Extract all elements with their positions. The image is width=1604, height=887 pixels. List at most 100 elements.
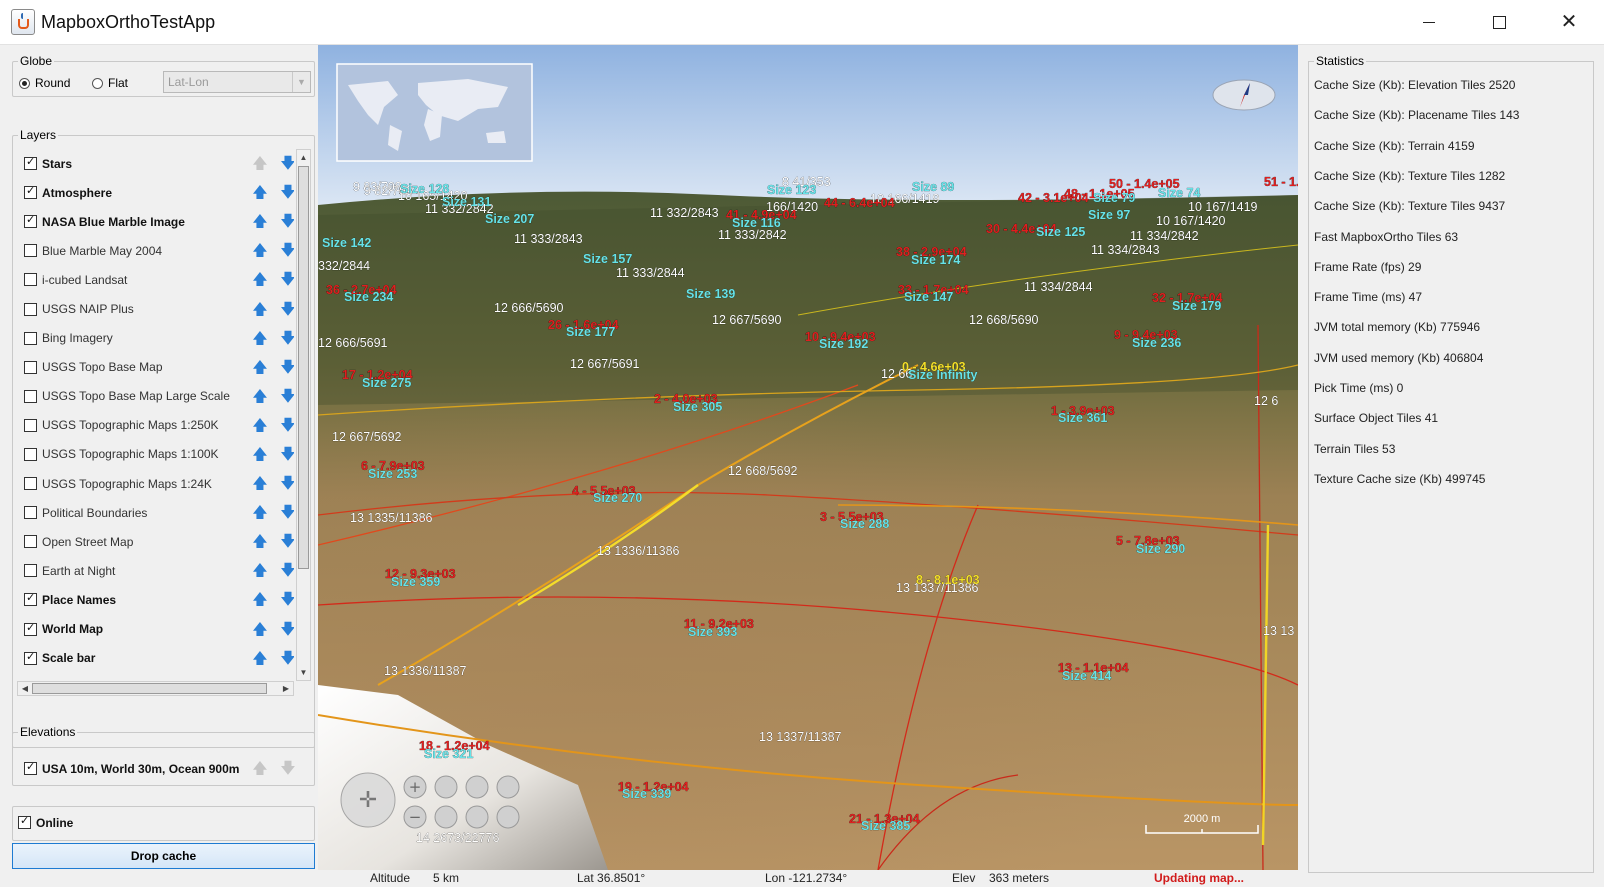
- layer-row[interactable]: USGS Topo Base Map Large Scale 🡅 🡇: [17, 382, 294, 411]
- move-down-icon[interactable]: 🡇: [280, 445, 294, 463]
- layer-row[interactable]: USGS Topographic Maps 1:24K 🡅 🡇: [17, 469, 294, 498]
- move-up-icon[interactable]: 🡅: [252, 475, 268, 493]
- layer-checkbox[interactable]: [24, 273, 37, 287]
- projection-select[interactable]: Lat-Lon ▼: [163, 71, 311, 93]
- move-up-icon[interactable]: 🡅: [252, 387, 268, 405]
- layer-row[interactable]: Atmosphere 🡅 🡇: [17, 178, 294, 207]
- move-down-icon[interactable]: 🡇: [280, 358, 294, 376]
- minimize-button[interactable]: [1394, 0, 1464, 44]
- layer-row[interactable]: Scale bar 🡅 🡇: [17, 644, 294, 673]
- layer-checkbox[interactable]: [24, 360, 37, 374]
- move-down-icon[interactable]: 🡇: [280, 533, 294, 551]
- layer-checkbox[interactable]: [24, 506, 37, 520]
- online-checkbox[interactable]: [18, 814, 31, 830]
- layer-row[interactable]: Blue Marble May 2004 🡅 🡇: [17, 236, 294, 265]
- layer-checkbox[interactable]: [24, 389, 37, 403]
- round-radio[interactable]: Round: [19, 76, 70, 90]
- layer-row[interactable]: Bing Imagery 🡅 🡇: [17, 324, 294, 353]
- move-down-icon[interactable]: 🡇: [280, 155, 294, 173]
- move-down-icon[interactable]: 🡇: [280, 475, 294, 493]
- layer-row[interactable]: USGS Topographic Maps 1:100K 🡅 🡇: [17, 440, 294, 469]
- layer-checkbox[interactable]: [24, 650, 37, 665]
- rotate-right-icon[interactable]: [434, 805, 458, 829]
- layer-checkbox[interactable]: [24, 418, 37, 432]
- layer-row[interactable]: Earth at Night 🡅 🡇: [17, 556, 294, 585]
- horizontal-scroll-thumb[interactable]: [32, 683, 267, 694]
- layer-row[interactable]: NASA Blue Marble Image 🡅 🡇: [17, 207, 294, 236]
- move-down-icon[interactable]: 🡇: [280, 562, 294, 580]
- layer-row[interactable]: Open Street Map 🡅 🡇: [17, 527, 294, 556]
- layer-row[interactable]: Political Boundaries 🡅 🡇: [17, 498, 294, 527]
- move-down-icon[interactable]: 🡇: [280, 504, 294, 522]
- move-down-icon[interactable]: 🡇: [280, 649, 294, 667]
- move-up-icon[interactable]: 🡅: [252, 416, 268, 434]
- tilt-down-icon[interactable]: [465, 805, 489, 829]
- exaggeration-down-icon[interactable]: [496, 805, 520, 829]
- move-up-icon[interactable]: 🡅: [252, 562, 268, 580]
- move-down-icon[interactable]: 🡇: [280, 329, 294, 347]
- move-down-icon[interactable]: 🡇: [280, 300, 294, 318]
- layer-row[interactable]: USGS NAIP Plus 🡅 🡇: [17, 294, 294, 323]
- layer-row[interactable]: Place Names 🡅 🡇: [17, 585, 294, 614]
- move-down-icon[interactable]: 🡇: [280, 213, 294, 231]
- move-down-icon[interactable]: 🡇: [280, 620, 294, 638]
- layer-checkbox[interactable]: [24, 331, 37, 345]
- move-down-icon[interactable]: 🡇: [280, 591, 294, 609]
- layer-checkbox[interactable]: [24, 447, 37, 461]
- map-canvas[interactable]: ✛ + − 2000 m 9 82/70810 165/142011 332/2…: [318, 45, 1298, 870]
- layer-checkbox[interactable]: [24, 564, 37, 578]
- flat-radio[interactable]: Flat: [92, 76, 128, 90]
- map-view[interactable]: ✛ + − 2000 m 9 82/708 10 165/1420 11 332/2…: [318, 45, 1298, 870]
- move-up-icon[interactable]: 🡅: [252, 184, 268, 202]
- move-up-icon[interactable]: 🡅: [252, 445, 268, 463]
- scroll-up-arrow-icon[interactable]: ▲: [298, 151, 309, 164]
- move-up-icon[interactable]: 🡅: [252, 620, 268, 638]
- move-up-icon[interactable]: 🡅: [252, 649, 268, 667]
- drop-cache-button[interactable]: Drop cache: [12, 843, 315, 869]
- move-up-icon[interactable]: 🡅: [252, 213, 268, 231]
- scroll-down-arrow-icon[interactable]: ▼: [298, 666, 309, 679]
- maximize-button[interactable]: [1464, 0, 1534, 44]
- move-up-icon[interactable]: 🡅: [252, 533, 268, 551]
- layer-checkbox[interactable]: [24, 244, 37, 258]
- online-row[interactable]: Online: [11, 808, 301, 837]
- layer-checkbox[interactable]: [24, 591, 37, 607]
- move-down-icon[interactable]: 🡇: [280, 184, 294, 202]
- layer-row[interactable]: Stars 🡅 🡇: [17, 149, 294, 178]
- close-button[interactable]: ✕: [1534, 0, 1604, 44]
- layer-checkbox[interactable]: [24, 213, 37, 229]
- elevation-row[interactable]: USA 10m, World 30m, Ocean 900m 🡅 🡇: [17, 754, 307, 783]
- layer-checkbox[interactable]: [24, 155, 37, 171]
- move-down-icon[interactable]: 🡇: [280, 242, 294, 260]
- scroll-thumb[interactable]: [298, 166, 309, 569]
- move-up-icon[interactable]: 🡅: [252, 155, 268, 173]
- layer-row[interactable]: World Map 🡅 🡇: [17, 615, 294, 644]
- world-map-inset[interactable]: [336, 63, 533, 162]
- layer-checkbox[interactable]: [24, 184, 37, 200]
- move-up-icon[interactable]: 🡅: [252, 504, 268, 522]
- exaggeration-up-icon[interactable]: [496, 775, 520, 799]
- tilt-up-icon[interactable]: [465, 775, 489, 799]
- elevation-move-down-icon[interactable]: 🡇: [280, 760, 296, 778]
- move-up-icon[interactable]: 🡅: [252, 300, 268, 318]
- move-up-icon[interactable]: 🡅: [252, 329, 268, 347]
- move-down-icon[interactable]: 🡇: [280, 271, 294, 289]
- move-down-icon[interactable]: 🡇: [280, 416, 294, 434]
- layer-checkbox[interactable]: [24, 477, 37, 491]
- layers-vertical-scrollbar[interactable]: ▲ ▼: [296, 149, 311, 681]
- rotate-left-icon[interactable]: [434, 775, 458, 799]
- move-up-icon[interactable]: 🡅: [252, 271, 268, 289]
- layers-horizontal-scrollbar[interactable]: ◀ ▶: [17, 681, 294, 696]
- move-up-icon[interactable]: 🡅: [252, 358, 268, 376]
- elevation-move-up-icon[interactable]: 🡅: [252, 760, 268, 778]
- compass-icon[interactable]: [1212, 79, 1276, 111]
- layer-row[interactable]: i-cubed Landsat 🡅 🡇: [17, 265, 294, 294]
- move-down-icon[interactable]: 🡇: [280, 387, 294, 405]
- scroll-right-arrow-icon[interactable]: ▶: [280, 683, 292, 694]
- elevation-checkbox[interactable]: [24, 760, 37, 776]
- move-up-icon[interactable]: 🡅: [252, 242, 268, 260]
- layer-row[interactable]: USGS Topographic Maps 1:250K 🡅 🡇: [17, 411, 294, 440]
- layer-checkbox[interactable]: [24, 621, 37, 636]
- layer-checkbox[interactable]: [24, 302, 37, 316]
- scroll-left-arrow-icon[interactable]: ◀: [19, 683, 31, 694]
